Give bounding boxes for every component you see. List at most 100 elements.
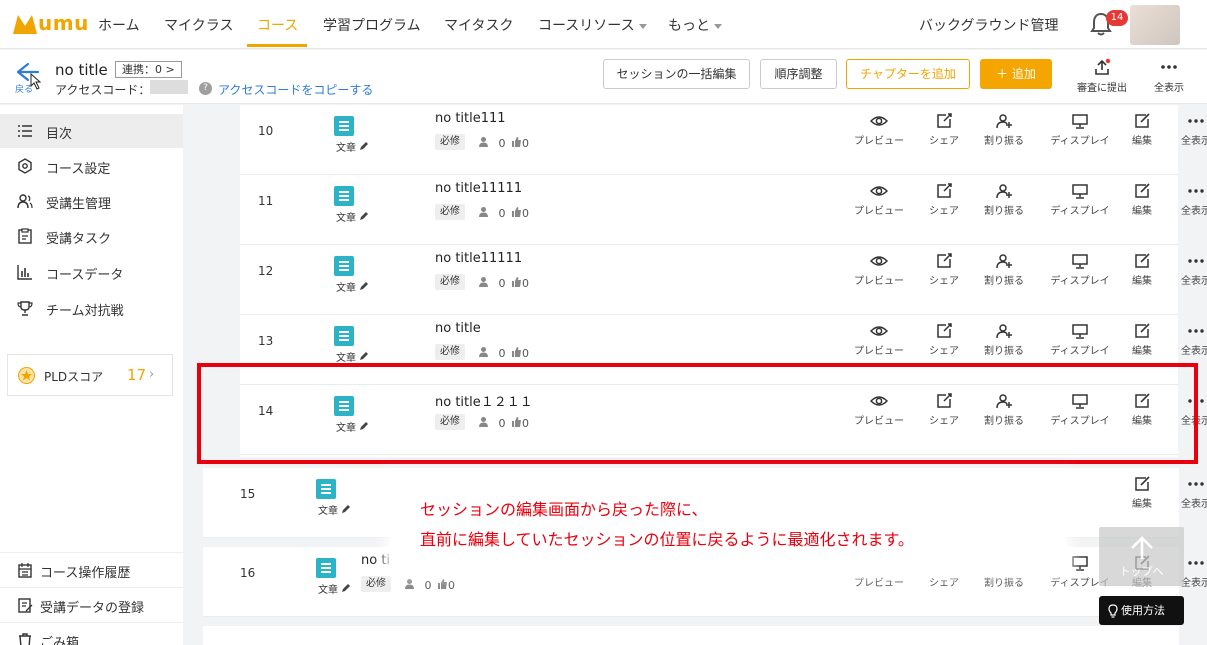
copy-access-code-link[interactable]: アクセスコードをコピーする [218,81,373,98]
edit-button[interactable]: 編集 [1112,252,1172,287]
nav-item[interactable]: コースリソース [538,15,647,35]
like-count: 0 [511,346,529,360]
usage-guide-button[interactable]: 使用方法 [1099,596,1184,625]
preview-button[interactable]: プレビュー [849,252,909,287]
nav-admin[interactable]: バックグラウンド管理 [919,15,1058,35]
pencil-icon[interactable] [341,504,351,514]
nav-item[interactable]: 学習プログラム [323,15,421,35]
sidebar-item-course-data[interactable]: コースデータ [0,255,183,289]
nav-item[interactable]: もっと [668,15,722,35]
pld-score-label: PLDスコア [44,370,104,384]
session-type-label: 文章 [336,213,356,224]
sidebar-item-toc[interactable]: 目次 [0,114,183,148]
share-button[interactable]: シェア [914,112,974,147]
display-button[interactable]: ディスプレイ [1050,182,1110,217]
back-to-top-button[interactable]: トップへ [1099,527,1184,586]
show-all-button[interactable]: 全表示 [1166,322,1207,357]
show-all-button[interactable]: 全表示 [1166,182,1207,217]
display-button[interactable]: ディスプレイ [1050,112,1110,147]
nav-item-label: もっと [668,18,710,34]
display-button[interactable]: ディスプレイ [1050,252,1110,287]
action-label: 編集 [1132,136,1152,147]
reorder-button[interactable]: 順序調整 [760,59,837,89]
link-count-tag[interactable]: 連携：0 > [115,61,182,78]
more-dots-icon [1188,482,1204,486]
pencil-icon[interactable] [359,211,369,221]
edit-icon [1135,476,1150,491]
header-show-all-action[interactable]: 全表示 [1146,58,1192,94]
session-title[interactable]: no title11111 [435,181,522,196]
assign-user-icon [996,324,1012,339]
sidebar-item-trash[interactable]: ごみ箱 [0,622,183,645]
preview-button[interactable]: プレビュー [849,182,909,217]
action-label: プレビュー [854,206,904,217]
monitor-icon [1072,556,1088,571]
preview-button[interactable]: プレビュー [849,112,909,147]
pld-score-card[interactable]: PLDスコア 17 › [7,354,173,396]
assign-user-icon [996,184,1012,199]
back-label[interactable]: 戻る [15,82,33,95]
document-icon [334,256,354,276]
show-all-button[interactable]: 全表示 [1166,475,1207,510]
session-row[interactable]: 11 文章 no title11111 必修 0 0 プレビュー シェア 割り振る ディスプレイ… [240,175,1207,245]
document-icon [334,116,354,136]
session-title[interactable]: no title111 [435,111,506,126]
logo[interactable]: umu [12,11,88,39]
sidebar-item-team-battle[interactable]: チーム対抗戦 [0,291,183,325]
avatar[interactable] [1130,5,1180,45]
session-row[interactable]: 10 文章 no title111 必修 0 0 プレビュー シェア 割り振る ディスプレイ 編集… [240,105,1207,175]
sidebar-item-course-settings[interactable]: コース設定 [0,149,183,183]
sidebar-item-operation-history[interactable]: コース操作履歴 [0,552,183,586]
pencil-icon[interactable] [341,583,351,593]
session-number: 15 [240,487,256,501]
share-button[interactable]: シェア [914,252,974,287]
share-button[interactable]: シェア [914,182,974,217]
add-chapter-button[interactable]: チャプターを追加 [846,59,970,89]
session-type-label: 文章 [318,585,338,596]
pencil-icon[interactable] [359,351,369,361]
edit-button[interactable]: 編集 [1112,322,1172,357]
assign-button[interactable]: 割り振る [974,112,1034,147]
assign-button[interactable]: 割り振る [974,182,1034,217]
nav-item[interactable]: ホーム [98,15,140,35]
edit-icon [1135,323,1150,338]
required-badge: 必修 [435,134,465,150]
assign-button[interactable]: 割り振る [974,322,1034,357]
show-all-button[interactable]: 全表示 [1166,112,1207,147]
sidebar-item-tasks[interactable]: 受講タスク [0,219,183,253]
pencil-icon[interactable] [359,141,369,151]
nav-item[interactable]: マイクラス [164,15,233,35]
sidebar-item-register-data[interactable]: 受講データの登録 [0,587,183,621]
session-row[interactable]: 12 文章 no title11111 必修 0 0 プレビュー シェア 割り振る ディスプレイ… [240,245,1207,315]
sidebar-item-label: 受講生管理 [46,197,112,212]
display-button[interactable]: ディスプレイ [1050,322,1110,357]
add-button[interactable]: ＋ 追加 [980,59,1052,89]
bulk-edit-button[interactable]: セッションの一括編集 [603,59,750,89]
action-label: プレビュー [854,578,904,589]
nav-item[interactable]: コース [257,15,298,35]
submit-review-action[interactable]: 審査に提出 [1074,58,1130,94]
submit-review-label: 審査に提出 [1077,83,1127,94]
monitor-icon [1072,114,1088,129]
pencil-icon[interactable] [359,281,369,291]
show-all-button[interactable]: 全表示 [1166,252,1207,287]
eye-icon [870,186,888,196]
nav-item[interactable]: マイタスク [444,15,513,35]
edit-button[interactable]: 編集 [1112,182,1172,217]
sidebar-item-label: 受講タスク [46,232,112,247]
monitor-icon [1072,324,1088,339]
session-title[interactable]: no title11111 [435,251,522,266]
assign-button[interactable]: 割り振る [974,252,1034,287]
participant-count-value: 0 [498,207,506,220]
preview-button[interactable]: プレビュー [849,322,909,357]
more-dots-icon [1188,329,1204,333]
share-button[interactable]: シェア [914,322,974,357]
edit-button[interactable]: 編集 [1112,475,1172,510]
session-title[interactable]: no title [435,321,481,336]
edit-button[interactable]: 編集 [1112,112,1172,147]
action-label: 割り振る [984,578,1024,589]
help-icon[interactable]: ? [199,82,212,95]
action-label: シェア [929,276,959,287]
sidebar-item-students[interactable]: 受講生管理 [0,184,183,218]
eye-icon [870,116,888,126]
